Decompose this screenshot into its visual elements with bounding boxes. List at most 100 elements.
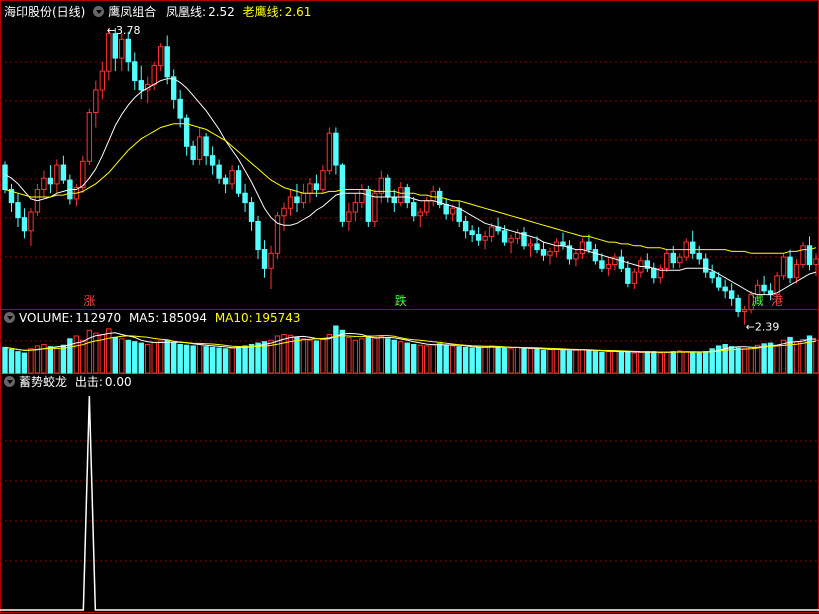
volume-bar: [8, 349, 15, 374]
volume-bar: [307, 339, 313, 374]
candle-body: [625, 267, 631, 284]
volume-bar: [339, 329, 346, 374]
candle-body: [540, 249, 547, 256]
volume-bar: [475, 346, 482, 374]
volume-bar: [151, 341, 157, 374]
volume-bar: [73, 335, 80, 374]
volume-bar: [404, 342, 410, 374]
volume-bar: [534, 349, 540, 374]
candle-body: [112, 33, 119, 59]
volume-bar: [320, 338, 326, 374]
signal-label: 出击:: [74, 375, 103, 389]
candle-body: [177, 98, 183, 119]
candle-body: [138, 80, 144, 91]
volume-bar: [488, 345, 495, 374]
volume-bar: [281, 334, 287, 374]
lh-label: 老鹰线:: [242, 5, 283, 19]
candle-body: [696, 252, 702, 260]
chart-canvas: ←3.78 ←2.39 涨 跌 减港: [0, 0, 819, 613]
candle-body: [99, 70, 106, 91]
volume-bar: [15, 351, 21, 374]
volume-bar: [741, 348, 748, 374]
candle-body: [222, 177, 229, 185]
candle-body: [728, 290, 735, 299]
volume-bar: [47, 346, 54, 374]
candle-body: [482, 235, 488, 241]
candle-body: [690, 241, 696, 254]
candle-body: [424, 200, 430, 213]
candle-body: [21, 217, 28, 232]
candle-body: [125, 38, 131, 63]
volume-bar: [28, 348, 34, 374]
candle-body: [281, 207, 287, 217]
candle-body: [300, 192, 307, 204]
ma10-value: 195743: [254, 311, 301, 325]
candle-body: [398, 187, 404, 204]
candle-body: [15, 202, 21, 219]
candle-body: [261, 249, 268, 269]
volume-bar: [203, 346, 209, 374]
candle-body: [475, 234, 482, 241]
volume-bar: [378, 336, 385, 374]
collapse-toggle-icon[interactable]: [93, 6, 105, 17]
volume-bar: [521, 347, 527, 374]
ma-long-line: [4, 123, 817, 254]
volume-bar: [313, 340, 320, 374]
volume-bar: [547, 349, 553, 374]
volume-bar: [735, 347, 741, 374]
volume-bar: [430, 344, 436, 374]
candle-body: [2, 164, 8, 190]
candle-body: [534, 243, 540, 251]
volume-bar: [119, 338, 125, 374]
candle-body: [385, 177, 391, 198]
candle-body: [599, 260, 605, 269]
candle-body: [677, 256, 683, 264]
collapse-toggle-icon[interactable]: [4, 312, 15, 323]
volume-bar: [158, 340, 164, 374]
candle-body: [709, 271, 715, 279]
volume-bar: [86, 329, 93, 374]
candle-body: [787, 256, 793, 279]
ma10-label: MA10:: [214, 311, 253, 325]
candle-body: [164, 46, 170, 78]
volume-bar: [813, 339, 819, 374]
volume-bar: [683, 351, 689, 374]
candle-body: [527, 243, 534, 247]
candle-body: [268, 252, 274, 269]
candle-body: [307, 183, 313, 194]
volume-bar: [300, 338, 307, 374]
volume-bar: [436, 343, 443, 374]
candle-body: [287, 196, 294, 209]
signal-panel-header: 蓄势蛟龙 出击: 0.00: [4, 374, 136, 390]
volume-bar: [132, 341, 138, 374]
candle-body: [573, 252, 579, 260]
volume-bar: [774, 345, 780, 374]
volume-bar: [417, 344, 423, 374]
candle-body: [359, 188, 365, 204]
candle-body: [41, 177, 47, 190]
lh-value: 2.61: [284, 5, 312, 19]
volume-bar: [573, 349, 579, 374]
volume-bar: [145, 344, 151, 374]
volume-bar: [164, 339, 170, 374]
signal-name: 蓄势蛟龙: [19, 375, 68, 389]
volume-bar: [411, 344, 417, 374]
candle-body: [631, 271, 638, 284]
collapse-toggle-icon[interactable]: [4, 376, 15, 387]
candle-body: [469, 230, 475, 236]
fh-label: 凤凰线:: [166, 5, 207, 19]
candle-body: [235, 170, 242, 194]
candle-body: [780, 256, 787, 277]
candle-body: [190, 145, 196, 160]
volume-bar: [196, 343, 203, 374]
chart-stage: { "header": { "stock_name": "海印股份(日线)", …: [0, 0, 819, 614]
volume-bar: [482, 346, 488, 374]
volume-bar: [424, 345, 430, 374]
volume-bar: [229, 347, 235, 374]
volume-bar: [2, 346, 8, 374]
volume-bar: [112, 336, 119, 374]
candle-body: [203, 136, 209, 157]
candle-body: [417, 211, 423, 217]
volume-bar: [748, 346, 754, 374]
fh-value: 2.52: [208, 5, 235, 19]
